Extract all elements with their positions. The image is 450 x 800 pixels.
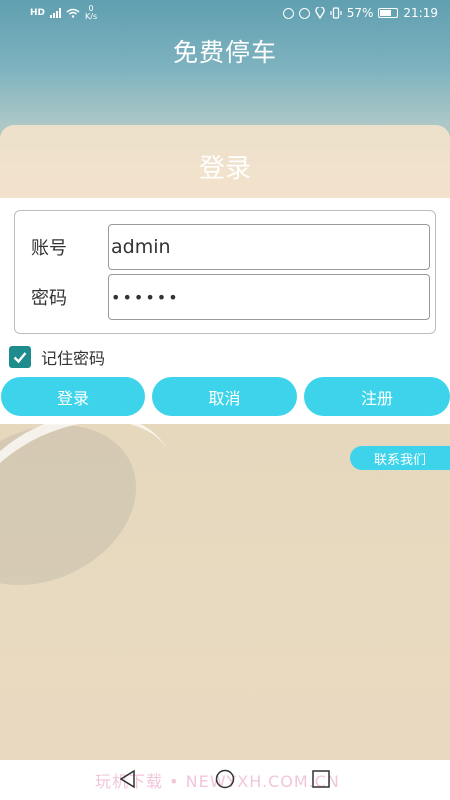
- alarm-icon: [298, 7, 310, 19]
- app-title: 免费停车: [172, 38, 277, 67]
- account-input[interactable]: [108, 224, 430, 270]
- credentials-box: 账号 密码: [14, 210, 436, 334]
- cancel-button[interactable]: 取消: [152, 377, 297, 416]
- account-row: 账号: [15, 224, 435, 270]
- battery-percent: 57%: [346, 6, 374, 20]
- back-icon[interactable]: [118, 769, 138, 789]
- status-left: HD 0 K/s: [30, 5, 97, 21]
- contact-us-button[interactable]: 联系我们: [350, 446, 450, 470]
- account-label: 账号: [31, 238, 67, 259]
- login-button[interactable]: 登录: [1, 377, 145, 416]
- net-speed-unit: K/s: [85, 12, 98, 21]
- login-title: 登录: [198, 154, 251, 184]
- status-bar: HD 0 K/s 57% 21:19: [0, 0, 450, 26]
- network-type-label: HD: [30, 8, 46, 18]
- wifi-icon: [66, 8, 80, 18]
- status-right: 57% 21:19: [282, 6, 438, 20]
- check-icon: [13, 352, 27, 364]
- cell-signal-icon: [50, 8, 62, 18]
- remember-checkbox[interactable]: [9, 346, 31, 368]
- recents-icon[interactable]: [311, 769, 331, 789]
- location-icon: [315, 7, 325, 19]
- battery-icon: [378, 8, 399, 18]
- remember-password-option[interactable]: 记住密码: [9, 345, 105, 369]
- password-label: 密码: [31, 288, 67, 309]
- register-button[interactable]: 注册: [304, 377, 450, 416]
- home-icon[interactable]: [215, 769, 235, 789]
- remember-label: 记住密码: [41, 349, 106, 368]
- data-saver-icon: [282, 7, 294, 19]
- vibrate-icon: [330, 7, 342, 19]
- password-row: 密码: [15, 274, 435, 320]
- clock-time: 21:19: [403, 6, 438, 20]
- password-input[interactable]: [108, 274, 430, 320]
